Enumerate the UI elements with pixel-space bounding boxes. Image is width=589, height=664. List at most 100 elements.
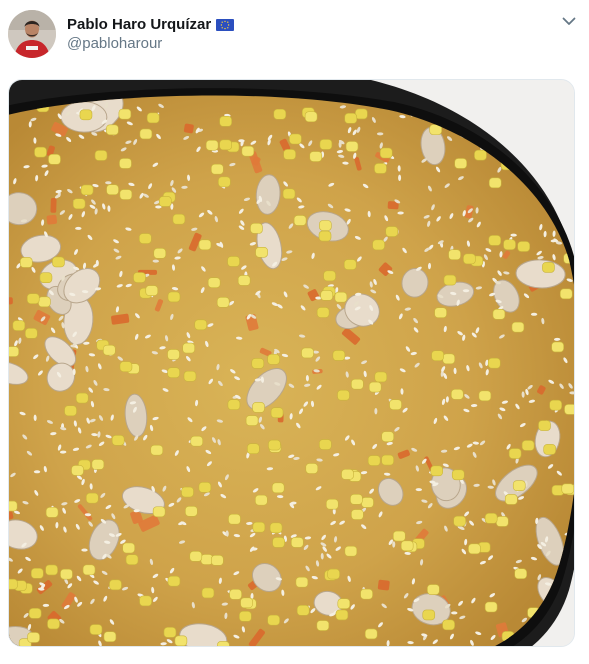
corn-kernel xyxy=(183,370,197,382)
corn-kernel xyxy=(60,568,73,580)
corn-kernel xyxy=(517,241,531,252)
avatar[interactable] xyxy=(8,10,56,58)
corn-kernel xyxy=(463,253,476,265)
carrot-piece xyxy=(46,214,58,225)
corn-kernel xyxy=(521,440,535,451)
corn-kernel xyxy=(549,399,562,411)
corn-kernel xyxy=(564,404,574,415)
corn-kernel xyxy=(133,272,146,283)
corn-kernel xyxy=(255,494,268,506)
corn-kernel xyxy=(217,641,230,646)
corn-kernel xyxy=(385,226,399,237)
corn-kernel xyxy=(319,439,332,450)
carrot-piece xyxy=(183,123,194,134)
carrot-piece xyxy=(50,197,57,213)
corn-kernel xyxy=(478,390,492,402)
corn-kernel xyxy=(453,515,466,527)
corn-kernel xyxy=(241,145,255,157)
corn-kernel xyxy=(389,399,402,410)
chevron-down-icon[interactable] xyxy=(560,12,578,30)
corn-kernel xyxy=(272,537,285,548)
corn-kernel xyxy=(163,627,177,638)
corn-kernel xyxy=(341,469,354,480)
tweet-photo[interactable] xyxy=(8,79,575,647)
corn-kernel xyxy=(181,486,194,498)
corn-kernel xyxy=(106,124,119,136)
corn-kernel xyxy=(344,545,358,557)
corn-kernel xyxy=(318,230,332,242)
corn-kernel xyxy=(30,568,44,579)
corn-kernel xyxy=(9,578,18,590)
corn-kernel xyxy=(309,151,323,162)
corn-kernel xyxy=(282,188,296,200)
corn-kernel xyxy=(381,431,395,442)
corn-kernel xyxy=(167,575,181,587)
corn-kernel xyxy=(201,587,215,599)
corn-kernel xyxy=(293,215,307,226)
corn-kernel xyxy=(273,108,287,120)
corn-kernel xyxy=(119,189,133,200)
corn-kernel xyxy=(488,177,502,189)
corn-kernel xyxy=(484,513,498,524)
corn-kernel xyxy=(561,483,574,495)
corn-kernel xyxy=(350,494,363,505)
corn-kernel xyxy=(512,480,526,491)
corn-kernel xyxy=(240,597,253,609)
author-name-row: Pablo Haro Urquízar xyxy=(67,14,235,34)
corn-kernel xyxy=(374,371,388,383)
corn-kernel xyxy=(52,256,65,268)
corn-kernel xyxy=(9,346,20,357)
corn-kernel xyxy=(351,509,364,520)
corn-kernel xyxy=(207,277,221,288)
corn-kernel xyxy=(296,605,310,616)
corn-kernel xyxy=(219,116,232,127)
corn-kernel xyxy=(82,564,96,576)
corn-kernel xyxy=(153,248,167,259)
corn-kernel xyxy=(337,389,350,401)
corn-kernel xyxy=(332,350,346,361)
corn-kernel xyxy=(75,392,89,404)
corn-kernel xyxy=(182,342,196,354)
corn-kernel xyxy=(47,618,60,630)
corn-kernel xyxy=(139,233,152,244)
corn-kernel xyxy=(442,353,456,365)
corn-kernel xyxy=(355,108,368,120)
corn-kernel xyxy=(185,505,198,517)
corn-kernel xyxy=(167,349,180,360)
author-handle[interactable]: @pabloharour xyxy=(67,35,162,52)
corn-kernel xyxy=(216,297,230,308)
corn-kernel xyxy=(337,598,351,609)
corn-kernel xyxy=(443,274,457,286)
corn-kernel xyxy=(367,455,381,466)
corn-kernel xyxy=(45,507,59,518)
corn-kernel xyxy=(451,469,465,481)
corn-kernel xyxy=(205,139,219,151)
corn-kernel xyxy=(227,256,240,267)
corn-kernel xyxy=(252,521,266,533)
corn-kernel xyxy=(325,498,339,510)
corn-kernel xyxy=(198,239,212,251)
corn-kernel xyxy=(174,635,188,646)
corn-kernel xyxy=(252,402,265,413)
corn-kernel xyxy=(484,601,498,613)
corn-kernel xyxy=(219,139,232,151)
corn-kernel xyxy=(38,296,51,308)
corn-kernel xyxy=(543,444,556,455)
corn-kernel xyxy=(255,246,268,258)
corn-kernel xyxy=(19,257,33,268)
corn-kernel xyxy=(12,320,26,331)
rice-grain xyxy=(42,603,50,607)
corn-kernel xyxy=(508,448,522,459)
corn-kernel xyxy=(250,223,263,234)
author-display-name[interactable]: Pablo Haro Urquízar xyxy=(67,16,211,33)
corn-kernel xyxy=(372,239,385,251)
corn-kernel xyxy=(167,367,180,378)
corn-kernel xyxy=(89,624,103,635)
corn-kernel xyxy=(269,522,283,534)
corn-kernel xyxy=(125,554,139,565)
corn-kernel xyxy=(427,584,440,595)
corn-kernel xyxy=(319,139,333,150)
corn-kernel xyxy=(228,513,241,525)
corn-kernel xyxy=(392,530,406,542)
corn-kernel xyxy=(290,537,304,548)
